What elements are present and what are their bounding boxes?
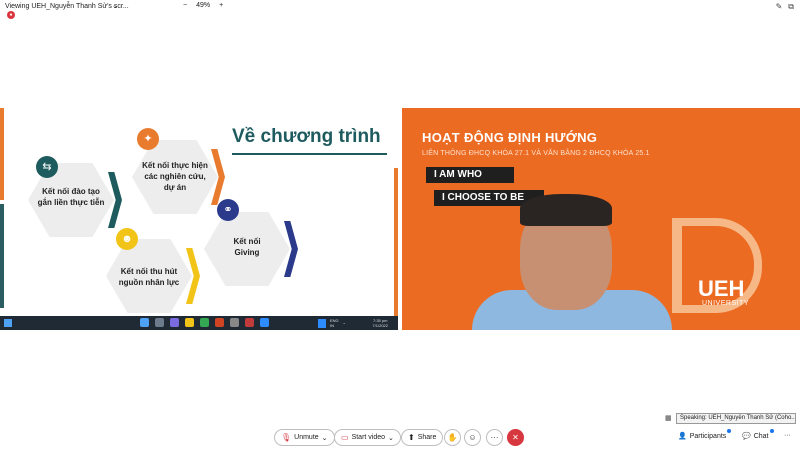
connect-icon: ⇆ — [36, 156, 58, 178]
popout-icon[interactable]: ⧉ — [788, 2, 794, 12]
notification-dot — [770, 429, 774, 433]
windows-start-icon[interactable] — [4, 319, 12, 327]
slide-accent-bar — [0, 108, 4, 200]
ueh-logo-sub: UNIVERSITY — [702, 300, 750, 307]
people-icon: ☻ — [116, 228, 138, 250]
start-video-button[interactable]: ▭ Start video ⌄ — [334, 429, 401, 446]
video-off-icon: ▭ — [341, 433, 349, 442]
video-banner-title: HOẠT ĐỘNG ĐỊNH HƯỚNG — [422, 130, 598, 145]
system-tray: ENG IN ◔ — [318, 318, 345, 328]
powerpoint-icon[interactable] — [215, 318, 224, 327]
slide-accent-bar — [394, 168, 398, 318]
meeting-window: Viewing UEH_Nguyễn Thanh Sử's scr... ⌄ −… — [0, 0, 800, 450]
clock[interactable]: 7:35 pm 7/1/2022 — [372, 318, 388, 328]
folder-icon[interactable] — [185, 318, 194, 327]
chevron-down-icon[interactable]: ⌄ — [112, 2, 118, 10]
participants-icon: 👤 — [678, 433, 687, 440]
annotate-icon[interactable]: ✎ — [776, 2, 783, 12]
search-icon[interactable] — [155, 318, 164, 327]
zoom-tray-icon[interactable] — [318, 318, 326, 328]
hex-label: Kết nối thu hút nguồn nhân lực — [118, 267, 180, 287]
chat-button[interactable]: 💬 Chat — [742, 432, 769, 441]
top-icons: ✎ ⧉ — [776, 2, 794, 12]
viewing-label: Viewing UEH_Nguyễn Thanh Sử's scr... — [5, 3, 129, 10]
app-icon[interactable] — [245, 318, 254, 327]
windows-taskbar: ENG IN ◔ 7:35 pm 7/1/2022 — [0, 316, 398, 330]
hex-label: Kết nối đào tạo gắn liền thực tiễn — [37, 187, 105, 207]
zoom-in-button[interactable]: + — [219, 2, 223, 9]
speaking-indicator: Speaking: UEH_Nguyễn Thanh Sử (Coho... — [676, 413, 796, 424]
video-banner-subtitle: LIÊN THÔNG ĐHCQ KHÓA 27.1 VÀ VĂN BẰNG 2 … — [422, 150, 650, 157]
wifi-icon[interactable]: ◔ — [343, 321, 345, 326]
video-band: I AM WHO — [426, 167, 514, 183]
shared-screen[interactable]: Về chương trình ⇆ Kết nối đào tạo gắn liề… — [0, 108, 398, 330]
recording-icon: ● — [7, 11, 15, 19]
zoom-app-icon[interactable] — [260, 318, 269, 327]
hex-label: Kết nối thực hiện các nghiên cứu, dự án — [142, 161, 208, 192]
hex-label: Kết nối Giving — [233, 237, 261, 257]
link-icon: ⚭ — [217, 199, 239, 221]
taskbar-apps — [140, 318, 269, 327]
mic-muted-icon: 🎙 — [281, 433, 292, 442]
reactions-icon[interactable]: ☺ — [464, 429, 481, 446]
end-call-button[interactable]: ✕ — [507, 429, 524, 446]
notification-dot — [727, 429, 731, 433]
overflow-button[interactable]: ··· — [784, 432, 791, 439]
zoom-out-button[interactable]: − — [183, 2, 187, 9]
share-icon: ⬆ — [408, 433, 415, 442]
raise-hand-icon[interactable]: ✋ — [444, 429, 461, 446]
slide-accent-bar — [0, 204, 4, 308]
slide-title-underline — [232, 153, 387, 155]
chevron-down-icon[interactable]: ⌄ — [322, 434, 328, 442]
unmute-button[interactable]: 🎙 Unmute ⌄ — [274, 429, 335, 446]
participants-button[interactable]: 👤 Participants — [678, 432, 726, 441]
zoom-control: − 49% + — [183, 2, 223, 9]
start-icon[interactable] — [140, 318, 149, 327]
chrome-icon[interactable] — [200, 318, 209, 327]
more-options-button[interactable]: ··· — [486, 429, 503, 446]
zoom-level: 49% — [196, 2, 211, 9]
app-icon[interactable] — [230, 318, 239, 327]
meeting-controls: 🎙 Unmute ⌄ ▭ Start video ⌄ ⬆ Share ✋ ☺ ·… — [0, 428, 800, 448]
top-bar: Viewing UEH_Nguyễn Thanh Sử's scr... ⌄ −… — [0, 0, 800, 14]
lightbulb-icon: ✦ — [137, 128, 159, 150]
speaker-video[interactable]: HOẠT ĐỘNG ĐỊNH HƯỚNG LIÊN THÔNG ĐHCQ KHÓ… — [402, 108, 800, 330]
ueh-logo: UEH — [698, 276, 745, 301]
chevron-down-icon[interactable]: ⌄ — [388, 434, 394, 442]
speaker-hair — [520, 194, 612, 226]
share-button[interactable]: ⬆ Share — [401, 429, 444, 446]
language-indicator[interactable]: ENG IN — [330, 318, 339, 328]
slide-title: Về chương trình — [232, 126, 381, 147]
teams-icon[interactable] — [170, 318, 179, 327]
chat-icon: 💬 — [742, 433, 751, 440]
grid-view-icon[interactable]: ▦ — [665, 414, 672, 422]
